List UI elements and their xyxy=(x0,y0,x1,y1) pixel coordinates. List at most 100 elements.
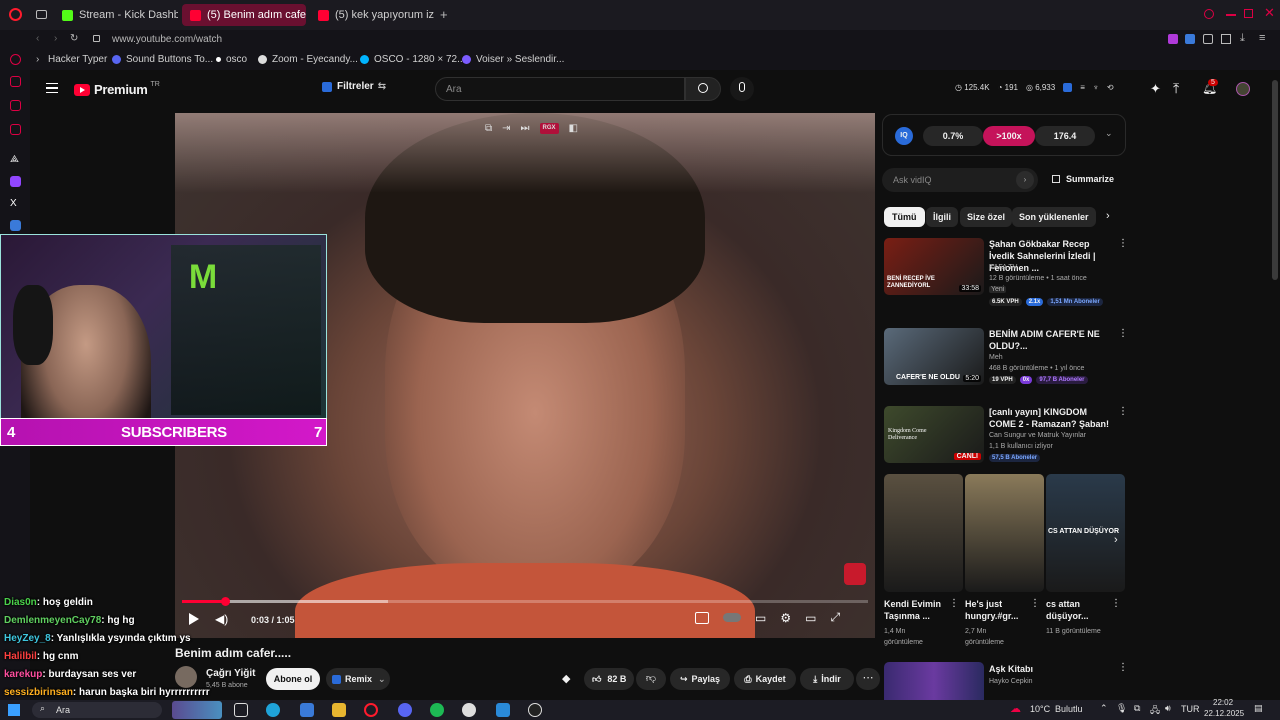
chat-username[interactable]: sessizbirinsan xyxy=(4,687,73,698)
subscribe-button[interactable]: Abone ol xyxy=(266,668,320,690)
create-icon[interactable]: ✦ xyxy=(1150,81,1161,97)
menu-icon[interactable]: ≡ xyxy=(1259,32,1265,44)
maximize-button[interactable] xyxy=(1244,9,1253,18)
more-vert-icon[interactable]: ⋮ xyxy=(1111,598,1121,609)
tab-youtube-kek[interactable]: (5) kek yapıyorum izle - Y... xyxy=(310,4,434,26)
bookmark-sound-buttons[interactable]: Sound Buttons To... xyxy=(112,54,213,65)
more-vert-icon[interactable]: ⋮ xyxy=(1030,598,1040,609)
news-icon[interactable] xyxy=(10,100,21,111)
chat-username[interactable]: karekup xyxy=(4,669,42,680)
recommendation-item[interactable]: Kingdom Come Deliverance CANLI [canlı ya… xyxy=(884,406,1129,466)
messenger-icon[interactable] xyxy=(10,76,21,87)
tab-kick-dashboard[interactable]: Stream - Kick Dashboard xyxy=(54,4,178,26)
video-thumbnail[interactable]: BENİ RECEP İVE ZANNEDİYORL 33:58 xyxy=(884,238,984,295)
widgets-thumbnail[interactable] xyxy=(172,701,222,719)
arc-icon[interactable]: ⟁ xyxy=(10,154,21,165)
recommendation-title[interactable]: Aşk Kitabı xyxy=(989,664,1033,674)
opera-logo-icon[interactable] xyxy=(9,8,22,21)
hamburger-menu-icon[interactable] xyxy=(46,83,58,93)
bookmark-osco-resolution[interactable]: OSCO - 1280 × 72... xyxy=(360,54,465,65)
minimize-button[interactable] xyxy=(1226,14,1236,16)
more-actions-button[interactable]: ⋯ xyxy=(856,668,880,690)
extension-icon[interactable] xyxy=(1168,34,1178,44)
save-button[interactable]: ⎙ Kaydet xyxy=(734,668,796,690)
bars-icon[interactable]: ≡ xyxy=(1080,83,1085,92)
avatar[interactable] xyxy=(1236,82,1250,96)
chat-username[interactable]: Halilbil xyxy=(4,651,37,662)
like-button[interactable]: 👍︎ 82 B xyxy=(584,668,634,690)
filters-button[interactable]: Filtreler ⇆ xyxy=(322,81,386,92)
video-thumbnail[interactable]: Kingdom Come Deliverance CANLI xyxy=(884,406,984,463)
download-button[interactable]: ⤓ İndir xyxy=(800,668,854,690)
chat-username[interactable]: DemlenmeyenCay78 xyxy=(4,615,101,626)
opera-taskbar-icon[interactable] xyxy=(364,703,378,717)
chat-username[interactable]: Dias0n xyxy=(4,597,37,608)
language-indicator[interactable]: TUR xyxy=(1181,704,1200,714)
vidiq-gem-icon[interactable]: ◆ xyxy=(562,672,570,685)
forward-icon[interactable]: › xyxy=(54,33,57,44)
voice-search-button[interactable] xyxy=(730,77,754,101)
theater-mode-icon[interactable]: ▭ xyxy=(805,611,816,625)
bookmark-voiser[interactable]: Voiser » Seslendir... xyxy=(462,54,564,65)
popout-icon[interactable]: ⧉ xyxy=(485,123,492,134)
trophy-icon[interactable]: ♆ xyxy=(1093,83,1099,92)
reload-icon[interactable]: ↻ xyxy=(70,33,78,44)
app-icon[interactable] xyxy=(300,703,314,717)
recommendation-channel[interactable]: KAFA TV xyxy=(989,264,1017,271)
remix-button[interactable]: Remix ⌄ xyxy=(326,668,390,690)
recommendation-item[interactable]: BENİ RECEP İVE ZANNEDİYORL 33:58 Şahan G… xyxy=(884,238,1129,316)
edge-icon[interactable] xyxy=(266,703,280,717)
microphone-tray-icon[interactable]: 🎙︎ xyxy=(1116,703,1127,714)
download-icon[interactable]: ⤓ xyxy=(1240,32,1245,45)
spotify-icon[interactable] xyxy=(430,703,444,717)
kick-sidebar-icon[interactable] xyxy=(10,124,21,135)
vidiq-stats-icon[interactable] xyxy=(1063,83,1073,92)
chevron-right-icon[interactable]: › xyxy=(1106,210,1110,222)
chevron-right-icon[interactable]: › xyxy=(1114,534,1118,546)
speaker-icon[interactable]: 🔊︎ xyxy=(1165,703,1171,714)
short-title[interactable]: cs attan düşüyor... xyxy=(1046,598,1108,622)
captions-icon[interactable]: ▭ xyxy=(755,611,766,625)
more-vert-icon[interactable]: ⋮ xyxy=(1118,406,1128,417)
chip-all[interactable]: Tümü xyxy=(884,207,925,227)
network-icon[interactable]: 🖧︎ xyxy=(1150,703,1160,719)
chip-recent[interactable]: Son yüklenenler xyxy=(1012,207,1096,227)
recommendation-item[interactable]: Aşk Kitabı Hayko Cepkin ⋮ xyxy=(884,662,1129,700)
close-button[interactable]: ✕ xyxy=(1264,5,1275,21)
recommendation-item[interactable]: CAFER'E NE OLDU 5:20 BENİM ADIM CAFER'E … xyxy=(884,328,1129,394)
chevron-down-icon[interactable]: ⌄ xyxy=(1105,128,1113,139)
short-title[interactable]: He's just hungry.#gr... xyxy=(965,598,1027,622)
search-button[interactable] xyxy=(685,77,721,101)
more-vert-icon[interactable]: ⋮ xyxy=(1118,662,1128,673)
tray-chevron-icon[interactable]: ⌃ xyxy=(1100,703,1108,714)
bookmark-hacker-typer[interactable]: Hacker Typer xyxy=(48,54,107,65)
progress-bar[interactable] xyxy=(182,597,868,606)
file-explorer-icon[interactable] xyxy=(332,703,346,717)
autoplay-toggle[interactable] xyxy=(723,613,741,622)
settings-gear-icon[interactable]: ⚙︎ xyxy=(780,611,791,625)
tray-app-icon[interactable]: ⧉ xyxy=(1134,703,1140,714)
discord-icon[interactable] xyxy=(398,703,412,717)
vidiq-score[interactable]: 176.4 xyxy=(1035,126,1095,146)
video-thumbnail[interactable]: CAFER'E NE OLDU 5:20 xyxy=(884,328,984,385)
chat-username[interactable]: HeyZey_8 xyxy=(4,633,51,644)
search-input[interactable]: Ara xyxy=(446,84,462,95)
summarize-button[interactable]: Summarize xyxy=(1052,174,1114,184)
twitch-icon[interactable] xyxy=(10,176,21,187)
upload-icon[interactable]: ⤒ xyxy=(1173,80,1179,97)
recommendation-title[interactable]: BENİM ADIM CAFER'E NE OLDU?... xyxy=(989,328,1114,352)
bookmark-zoom[interactable]: Zoom - Eyecandy... xyxy=(258,54,358,65)
bookmark-osco[interactable]: osco xyxy=(216,54,247,65)
link-icon[interactable]: ⟲ xyxy=(1107,83,1114,92)
vidiq-multiplier[interactable]: >100x xyxy=(983,126,1035,146)
back-icon[interactable]: ‹ xyxy=(36,33,39,44)
app-icon[interactable] xyxy=(462,703,476,717)
fullscreen-icon[interactable]: ⤢ xyxy=(830,610,840,625)
app-icon[interactable] xyxy=(496,703,510,717)
recommendation-channel[interactable]: Can Sungur ve Matruk Yayınlar xyxy=(989,432,1086,439)
recommendation-channel[interactable]: Hayko Cepkin xyxy=(989,678,1033,685)
new-tab-button[interactable]: + xyxy=(440,7,448,22)
ask-vidiq-input[interactable]: Ask vidIQ › xyxy=(882,168,1038,192)
obs-icon[interactable] xyxy=(528,703,542,717)
overlay-badge[interactable]: RGX xyxy=(539,123,559,134)
